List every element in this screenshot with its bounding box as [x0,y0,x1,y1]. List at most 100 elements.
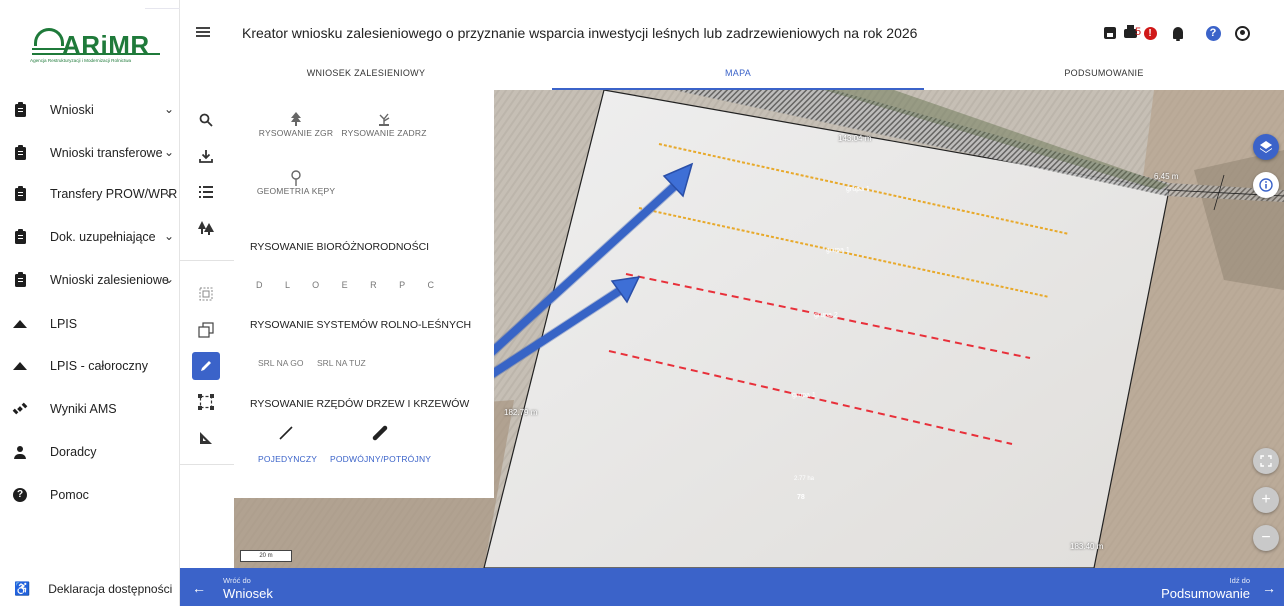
next-small-label: Idź do [1229,576,1250,585]
account-icon[interactable] [1234,25,1250,41]
single-row-line-icon[interactable] [278,425,294,446]
draw-zadrz-tool[interactable]: RYSOWANIE ZADRZ [338,112,430,138]
sidebar-item-label: Wnioski transferowe [50,146,163,160]
accessibility-declaration-link[interactable]: ♿ Deklaracja dostępności [0,572,180,606]
chevron-down-icon[interactable]: ⌄ [164,145,174,159]
section-biodiversity-title: RYSOWANIE BIORÓŻNORODNOŚCI [250,241,430,253]
sidebar-item-transfery[interactable]: Transfery PROW/WPR ⌄ [0,174,180,214]
tab-mapa[interactable]: MAPA [552,62,924,90]
edge-length-left: 182.79 m [504,408,538,417]
row-group-label: grupa 1 [826,247,850,254]
arrow-left-icon: ← [192,580,206,596]
tree-icon [256,112,336,128]
save-icon[interactable] [1102,25,1118,41]
sidebar-item-label: LPIS [50,317,78,331]
zoom-in-button[interactable]: + [1253,487,1279,513]
person-icon [14,445,26,459]
map-toolbar [180,90,234,568]
sidebar-item-wnioski-zalesieniowe[interactable]: Wnioski zalesieniowe ⌄ [0,260,180,300]
bottom-navigation-bar: ← Wróć do Wniosek Idź do Podsumowanie → [180,568,1284,606]
clipboard-icon [14,271,26,287]
sidebar-item-label: Doradcy [50,445,97,459]
copy-geometry-icon[interactable] [192,316,220,344]
search-icon[interactable] [192,106,220,134]
clipboard-icon [14,228,26,244]
sidebar-item-wnioski-transferowe[interactable]: Wnioski transferowe ⌄ [0,133,180,173]
tab-podsumowanie[interactable]: PODSUMOWANIE [924,62,1284,90]
zoom-out-button[interactable]: − [1253,525,1279,551]
chevron-down-icon[interactable]: ⌄ [164,102,174,116]
draw-zgr-tool[interactable]: RYSOWANIE ZGR [256,112,336,138]
sidebar-item-label: Wnioski zalesieniowe [50,273,169,287]
bounding-box-icon[interactable] [192,388,220,416]
sidebar: ARiMR Agencja Restrukturyzacji i Moderni… [0,0,180,606]
back-to-wniosek-button[interactable]: ← Wróć do Wniosek [180,568,310,606]
go-to-podsumowanie-button[interactable]: Idź do Podsumowanie → [1124,568,1284,606]
draw-kepa-tool[interactable]: GEOMETRIA KĘPY [256,170,336,196]
fullscreen-button[interactable] [1253,448,1279,474]
menu-icon[interactable] [196,27,210,37]
tab-wniosek-zalesieniowy[interactable]: WNIOSEK ZALESIENIOWY [180,62,552,90]
select-area-icon[interactable] [192,280,220,308]
measure-angle-icon[interactable] [192,424,220,452]
arimr-logo[interactable]: ARiMR Agencja Restrukturyzacji i Moderni… [12,24,172,74]
list-icon[interactable] [192,178,220,206]
error-icon[interactable]: ! [1142,25,1158,41]
edge-length-top: 143.04 m [838,134,872,143]
sidebar-item-doradcy[interactable]: Doradcy [0,432,180,472]
help-button[interactable]: ? [1205,25,1221,41]
sidebar-item-label: LPIS - całoroczny [50,359,148,373]
info-button[interactable] [1253,172,1279,198]
help-icon: ? [13,488,27,502]
clump-icon [256,170,336,186]
logo-tagline: Agencja Restrukturyzacji i Modernizacji … [30,58,132,63]
sidebar-item-label: Wyniki AMS [50,402,117,416]
help-icon: ? [1205,25,1221,41]
sidebar-item-lpis-caloroczny[interactable]: LPIS - całoroczny [0,346,180,386]
logo-brand: ARiMR [62,30,150,60]
back-small-label: Wróć do [223,576,251,585]
chevron-down-icon[interactable]: ⌄ [164,186,174,200]
bell-icon[interactable] [1170,25,1186,41]
logo-bar [32,48,66,50]
biodiversity-tools[interactable]: D L O E R P C [256,280,444,290]
sidebar-item-label: Pomoc [50,488,89,502]
single-row-option[interactable]: POJEDYNCZY [258,454,317,464]
draw-pencil-icon[interactable] [192,352,220,380]
error-count: 5 [1135,26,1142,38]
draw-zgr-label: RYSOWANIE ZGR [258,128,334,138]
sidebar-item-label: Dok. uzupełniające [50,230,156,244]
section-tree-rows-title: RYSOWANIE RZĘDÓW DRZEW I KRZEWÓW [250,398,470,410]
row-group-label: grupa 2 [814,312,838,319]
sapling-icon [338,112,430,128]
edge-length-right: 6.45 m [1154,172,1179,181]
layers-button[interactable] [1253,134,1279,160]
forest-icon[interactable] [192,214,220,242]
parcel-id: 78 [797,494,805,501]
parcel-area: 2.77 ha [794,476,815,482]
sidebar-item-wnioski[interactable]: Wnioski ⌄ [0,90,180,130]
sidebar-item-wyniki-ams[interactable]: Wyniki AMS [0,389,180,429]
terrain-icon [13,362,27,370]
double-row-line-icon[interactable] [372,425,388,446]
sidebar-item-label: Transfery PROW/WPR [50,187,178,201]
chevron-down-icon[interactable]: ⌄ [164,272,174,286]
draw-zadrz-label: RYSOWANIE ZADRZ [341,128,427,138]
srl-go-tool[interactable]: SRL NA GO [258,358,304,368]
clipboard-icon [14,144,26,160]
header: Kreator wniosku zalesieniowego o przyzna… [180,0,1284,90]
draw-kepa-label: GEOMETRIA KĘPY [256,186,336,196]
double-triple-row-option[interactable]: PODWÓJNY/POTRÓJNY [330,454,431,464]
chevron-down-icon[interactable]: ⌄ [164,229,174,243]
error-badge: ! [1143,26,1157,40]
clipboard-icon [14,185,26,201]
srl-tuz-tool[interactable]: SRL NA TUZ [317,358,366,368]
download-icon[interactable] [192,142,220,170]
drawing-panel: RYSOWANIE ZGR RYSOWANIE ZADRZ GEOMETRIA … [234,90,494,498]
page-title: Kreator wniosku zalesieniowego o przyzna… [242,25,918,41]
sidebar-item-lpis[interactable]: LPIS [0,304,180,344]
row-group-label: grupa 1 [846,186,870,193]
scale-bar: 20 m [240,550,292,562]
sidebar-item-pomoc[interactable]: ? Pomoc [0,475,180,515]
sidebar-item-dok-uzupelniajace[interactable]: Dok. uzupełniające ⌄ [0,217,180,257]
